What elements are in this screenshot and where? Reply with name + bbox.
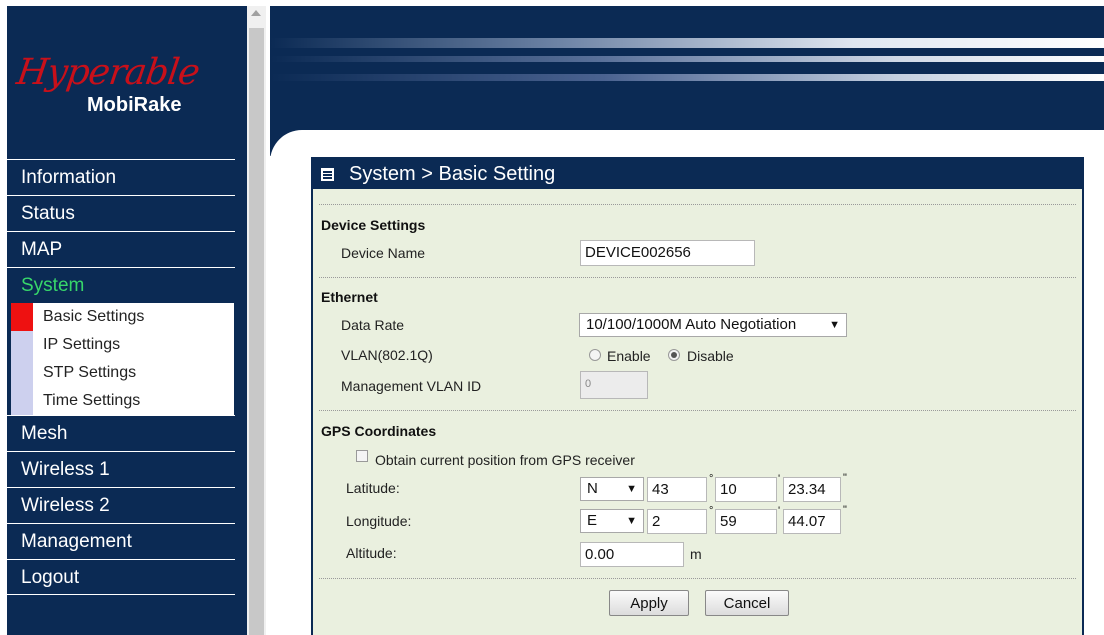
- logo-product-name: MobiRake: [87, 94, 182, 116]
- section-gps-coordinates: GPS Coordinates: [321, 423, 437, 439]
- header-stripe: [270, 74, 1104, 81]
- vlan-enable-label[interactable]: Enable: [607, 348, 651, 364]
- header-stripe: [270, 56, 1104, 62]
- nav-item-management[interactable]: Management: [7, 523, 235, 559]
- gps-obtain-checkbox[interactable]: [356, 450, 368, 462]
- subnav-label: STP Settings: [43, 364, 137, 381]
- subnav-item-stp-settings[interactable]: STP Settings: [11, 359, 234, 387]
- second-symbol: ": [843, 504, 847, 516]
- mgmt-vlan-label: Management VLAN ID: [341, 378, 482, 394]
- altitude-input[interactable]: 0.00: [580, 542, 684, 567]
- degree-symbol: °: [709, 505, 714, 517]
- logo-script: Hyperable: [14, 52, 202, 93]
- item-marker: [11, 331, 33, 359]
- latitude-direction-value: N: [587, 480, 598, 497]
- subnav-label: Time Settings: [43, 392, 141, 409]
- device-name-label: Device Name: [341, 245, 426, 261]
- subnav-item-ip-settings[interactable]: IP Settings: [11, 331, 234, 359]
- apply-button[interactable]: Apply: [609, 590, 689, 616]
- nav-item-logout[interactable]: Logout: [7, 559, 235, 595]
- altitude-unit: m: [690, 546, 702, 562]
- nav-item-mesh[interactable]: Mesh: [7, 415, 235, 451]
- second-symbol: ": [843, 472, 847, 484]
- longitude-degrees-input[interactable]: 2: [647, 509, 707, 534]
- main-nav: Information Status MAP System Basic Sett…: [7, 159, 235, 595]
- dropdown-arrow-icon: ▼: [626, 483, 637, 495]
- header-stripe: [270, 38, 1104, 48]
- nav-item-wireless-1[interactable]: Wireless 1: [7, 451, 235, 487]
- panel-title-text: System > Basic Setting: [349, 163, 556, 185]
- longitude-label: Longitude:: [346, 513, 412, 529]
- mgmt-vlan-input[interactable]: 0: [580, 371, 648, 399]
- section-ethernet: Ethernet: [321, 289, 378, 305]
- nav-item-information[interactable]: Information: [7, 159, 235, 195]
- divider: [319, 204, 1076, 205]
- nav-item-wireless-2[interactable]: Wireless 2: [7, 487, 235, 523]
- basic-setting-panel: System > Basic Setting Device Settings D…: [311, 157, 1084, 635]
- longitude-direction-select[interactable]: E ▼: [580, 509, 644, 533]
- sidebar-scrollbar[interactable]: [247, 6, 266, 635]
- subnav-item-basic-settings[interactable]: Basic Settings: [11, 303, 234, 331]
- panel-title: System > Basic Setting: [313, 159, 1082, 189]
- divider: [319, 277, 1076, 278]
- latitude-minutes-input[interactable]: 10: [715, 477, 777, 502]
- nav-item-status[interactable]: Status: [7, 195, 235, 231]
- data-rate-select[interactable]: 10/100/1000M Auto Negotiation ▼: [579, 313, 847, 337]
- minute-symbol: ': [778, 505, 781, 517]
- vlan-disable-radio[interactable]: [668, 349, 680, 361]
- brand-logo: Hyperable MobiRake: [7, 46, 247, 136]
- subnav-label: Basic Settings: [43, 308, 145, 325]
- menu-icon: [321, 168, 334, 181]
- subnav-item-time-settings[interactable]: Time Settings: [11, 387, 234, 415]
- nav-item-map[interactable]: MAP: [7, 231, 235, 267]
- latitude-direction-select[interactable]: N ▼: [580, 477, 644, 501]
- scroll-up-icon[interactable]: [251, 10, 261, 16]
- vlan-label: VLAN(802.1Q): [341, 347, 433, 363]
- altitude-label: Altitude:: [346, 545, 397, 561]
- subnav-label: IP Settings: [43, 336, 121, 353]
- dropdown-arrow-icon: ▼: [626, 515, 637, 527]
- sidebar: Hyperable MobiRake Information Status MA…: [7, 6, 247, 635]
- longitude-minutes-input[interactable]: 59: [715, 509, 777, 534]
- minute-symbol: ': [778, 473, 781, 485]
- nav-item-system[interactable]: System: [7, 267, 235, 303]
- system-subnav: Basic Settings IP Settings STP Settings …: [11, 303, 234, 415]
- latitude-label: Latitude:: [346, 480, 400, 496]
- vlan-enable-radio[interactable]: [589, 349, 601, 361]
- vlan-disable-label[interactable]: Disable: [687, 348, 734, 364]
- gps-obtain-label[interactable]: Obtain current position from GPS receive…: [375, 452, 635, 468]
- scroll-thumb[interactable]: [249, 28, 264, 635]
- item-marker: [11, 387, 33, 415]
- longitude-direction-value: E: [587, 512, 598, 529]
- active-marker: [11, 303, 33, 331]
- device-name-input[interactable]: DEVICE002656: [580, 240, 755, 266]
- data-rate-label: Data Rate: [341, 317, 405, 333]
- item-marker: [11, 359, 33, 387]
- latitude-seconds-input[interactable]: 23.34: [783, 477, 841, 502]
- divider: [319, 578, 1076, 579]
- degree-symbol: °: [709, 473, 714, 485]
- longitude-seconds-input[interactable]: 44.07: [783, 509, 841, 534]
- latitude-degrees-input[interactable]: 43: [647, 477, 707, 502]
- section-device-settings: Device Settings: [321, 217, 426, 233]
- dropdown-arrow-icon: ▼: [829, 319, 840, 331]
- cancel-button[interactable]: Cancel: [705, 590, 789, 616]
- data-rate-value: 10/100/1000M Auto Negotiation: [586, 316, 797, 333]
- divider: [319, 410, 1076, 411]
